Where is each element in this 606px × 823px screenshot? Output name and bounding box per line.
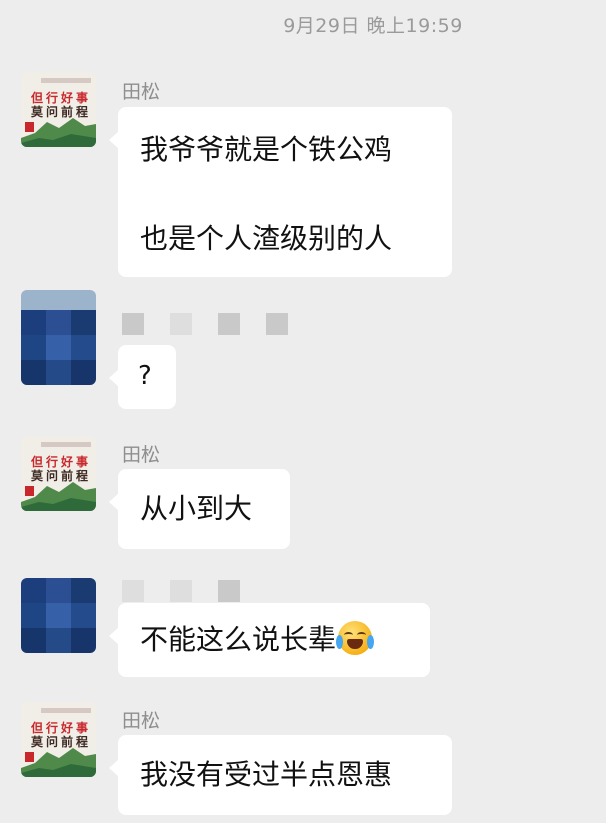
avatar-mosaic-tile (46, 578, 71, 603)
avatar-blurred[interactable] (21, 578, 96, 653)
sender-name: 田松 (122, 710, 161, 732)
avatar-mosaic-tile (46, 335, 71, 360)
message-text: ? (138, 361, 152, 391)
avatar-mosaic-tile (71, 360, 96, 385)
sender-name-blurred (122, 580, 266, 602)
timestamp: 9月29日 晚上19:59 (283, 15, 463, 37)
avatar-mosaic-tile (21, 578, 46, 603)
avatar-mosaic-tile (21, 335, 46, 360)
sender-name: 田松 (122, 81, 161, 103)
message-bubble[interactable]: 从小到大 (109, 469, 290, 549)
message-text: 不能这么说长辈 (140, 621, 375, 656)
loudly-crying-face-icon (336, 621, 375, 655)
message-text: 也是个人渣级别的人 (140, 222, 393, 255)
sender-name: 田松 (122, 444, 161, 466)
avatar-mosaic-tile (21, 360, 46, 385)
message-text: 从小到大 (140, 492, 253, 525)
avatar-poster-line1: 但行好事 (31, 91, 92, 105)
sender-name-blurred (122, 313, 314, 335)
message-text: 我爷爷就是个铁公鸡 (140, 133, 393, 166)
message-bubble[interactable]: ? (109, 345, 176, 409)
mountain-icon (21, 482, 96, 511)
avatar-mosaic-tile (71, 578, 96, 603)
mountain-icon (21, 748, 96, 777)
poster-small-text (41, 442, 91, 447)
avatar-poster-line1: 但行好事 (31, 721, 92, 735)
avatar-poster-line1: 但行好事 (31, 455, 92, 469)
avatar-mosaic-tile (46, 360, 71, 385)
avatar-mosaic-tile (21, 628, 46, 653)
avatar[interactable]: 但行好事 莫问前程 (21, 702, 96, 777)
message-bubble[interactable]: 我没有受过半点恩惠 (109, 735, 452, 815)
avatar-mosaic-top (21, 290, 96, 310)
poster-small-text (41, 78, 91, 83)
avatar[interactable]: 但行好事 莫问前程 (21, 72, 96, 147)
avatar-mosaic-tile (46, 628, 71, 653)
poster-small-text (41, 708, 91, 713)
avatar-mosaic-tile (21, 310, 46, 335)
avatar-mosaic-tile (46, 603, 71, 628)
avatar-blurred[interactable] (21, 290, 96, 385)
avatar[interactable]: 但行好事 莫问前程 (21, 436, 96, 511)
mountain-icon (21, 118, 96, 147)
avatar-mosaic-tile (71, 310, 96, 335)
avatar-mosaic-tile (71, 603, 96, 628)
message-bubble[interactable]: 我爷爷就是个铁公鸡 也是个人渣级别的人 (109, 107, 452, 277)
message-text: 我没有受过半点恩惠 (140, 758, 393, 791)
message-text-content: 不能这么说长辈 (140, 623, 337, 656)
avatar-mosaic-tile (21, 603, 46, 628)
avatar-mosaic-tile (46, 310, 71, 335)
avatar-mosaic-tile (71, 335, 96, 360)
avatar-mosaic-tile (71, 628, 96, 653)
message-bubble[interactable]: 不能这么说长辈 (109, 603, 430, 677)
